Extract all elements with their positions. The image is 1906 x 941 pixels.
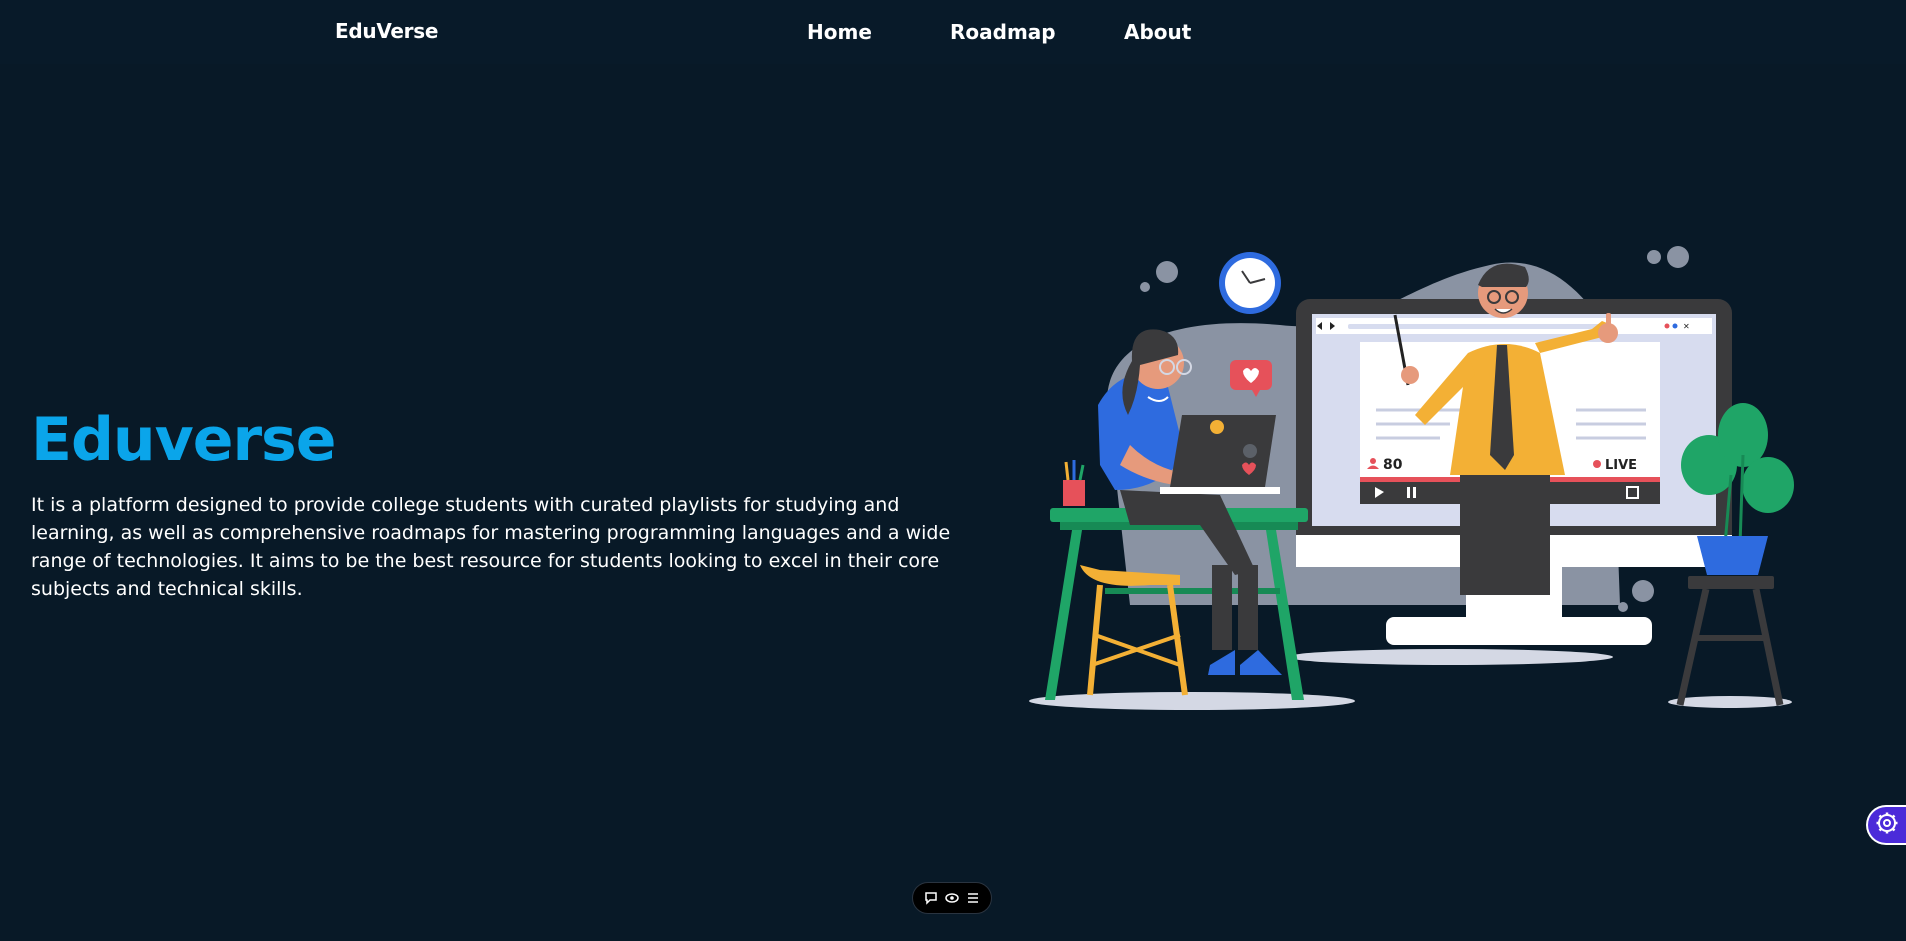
hero-description: It is a platform designed to provide col…: [31, 494, 951, 600]
floating-toolbar: [912, 882, 992, 914]
gear-icon: [1875, 811, 1899, 839]
menu-icon[interactable]: [964, 889, 982, 907]
settings-widget[interactable]: [1866, 805, 1906, 845]
hero-title: Eduverse: [31, 405, 336, 475]
page: EduVerse Home Roadmap About Eduverse It …: [0, 0, 1906, 941]
navbar: EduVerse Home Roadmap About: [0, 0, 1906, 64]
nav-link-roadmap[interactable]: Roadmap: [950, 20, 1056, 44]
brand-logo[interactable]: EduVerse: [335, 19, 438, 43]
comment-icon[interactable]: [922, 889, 940, 907]
viewer-count: 80: [1383, 457, 1403, 473]
nav-link-home[interactable]: Home: [807, 20, 872, 44]
hero-illustration: ✕ 80 LIVE: [1029, 246, 1794, 710]
live-label: LIVE: [1605, 458, 1637, 473]
svg-text:✕: ✕: [1683, 322, 1690, 331]
eye-icon[interactable]: [943, 889, 961, 907]
nav-link-about[interactable]: About: [1124, 20, 1191, 44]
